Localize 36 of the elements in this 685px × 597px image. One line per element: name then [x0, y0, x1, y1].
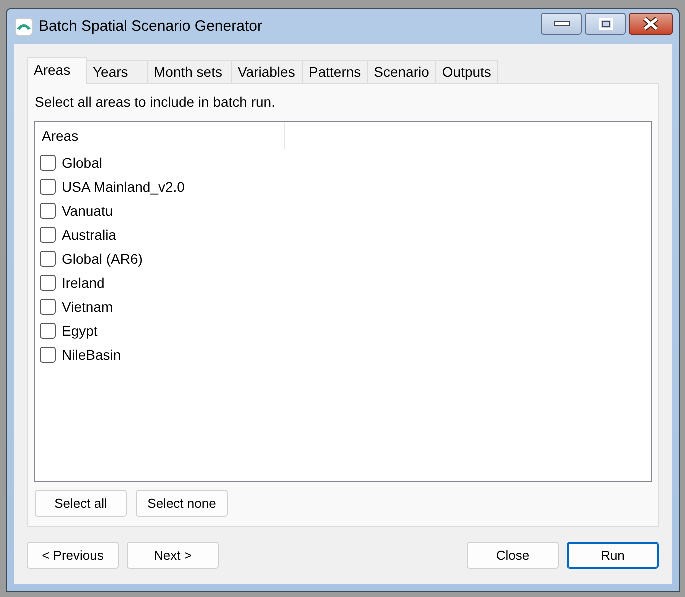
- area-label[interactable]: Australia: [62, 227, 116, 243]
- checkbox[interactable]: [40, 323, 56, 339]
- minimize-button[interactable]: [541, 12, 582, 34]
- area-label[interactable]: Global: [62, 155, 102, 171]
- area-label[interactable]: Global (AR6): [62, 251, 143, 267]
- area-label[interactable]: USA Mainland_v2.0: [62, 179, 185, 195]
- maximize-icon: [598, 18, 612, 30]
- close-button[interactable]: Close: [467, 542, 559, 569]
- area-label[interactable]: Vanuatu: [62, 203, 114, 219]
- close-icon: [643, 16, 659, 30]
- minimize-icon: [554, 20, 570, 26]
- maximize-button[interactable]: [585, 12, 626, 34]
- checkbox[interactable]: [40, 155, 56, 171]
- run-button[interactable]: Run: [567, 542, 659, 569]
- next-button[interactable]: Next >: [127, 542, 219, 569]
- checkbox[interactable]: [40, 203, 56, 219]
- checkbox[interactable]: [40, 299, 56, 315]
- area-label[interactable]: Egypt: [62, 323, 98, 339]
- checkbox[interactable]: [40, 275, 56, 291]
- area-label[interactable]: Vietnam: [62, 299, 114, 315]
- column-header[interactable]: Areas: [35, 122, 285, 149]
- app-icon: [15, 18, 33, 36]
- checkbox[interactable]: [40, 251, 56, 267]
- instruction-text: Select all areas to include in batch run.: [35, 94, 276, 110]
- checkbox[interactable]: [40, 227, 56, 243]
- area-label[interactable]: NileBasin: [62, 347, 122, 363]
- checkbox[interactable]: [40, 347, 56, 363]
- checkbox[interactable]: [40, 179, 56, 195]
- select-button[interactable]: Select none: [136, 490, 228, 517]
- close-window-button[interactable]: [629, 12, 673, 34]
- select-button[interactable]: Select all: [35, 490, 127, 517]
- tab[interactable]: Outputs: [435, 60, 498, 83]
- previous-button[interactable]: < Previous: [27, 542, 119, 569]
- tab[interactable]: Areas: [27, 57, 87, 84]
- window-title: Batch Spatial Scenario Generator: [39, 18, 262, 35]
- area-label[interactable]: Ireland: [62, 275, 105, 291]
